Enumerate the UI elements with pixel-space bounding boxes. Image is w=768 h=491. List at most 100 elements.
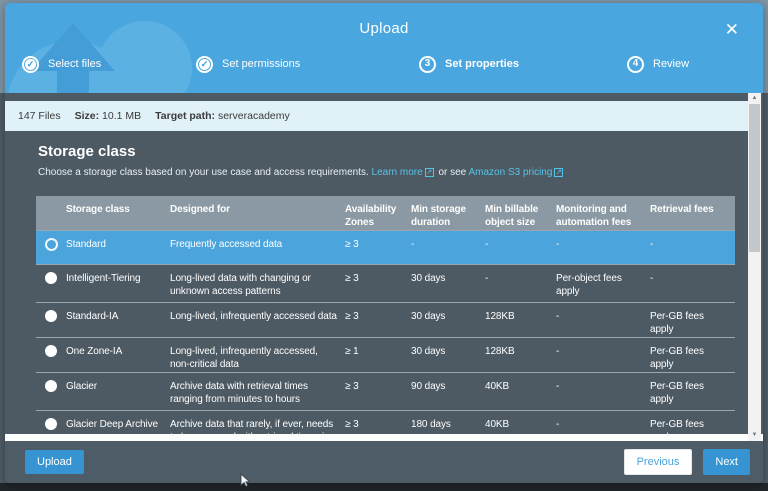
cell-size: 128KB [485, 303, 556, 337]
cell-name: Glacier [66, 373, 170, 410]
cell-designed-for: Long-lived, infrequently accessed data [170, 303, 345, 337]
step-number-icon: 3 [419, 56, 436, 73]
cell-name: One Zone-IA [66, 338, 170, 372]
scrollbar[interactable]: ▲ ▼ [748, 93, 761, 441]
storage-class-radio[interactable] [45, 345, 57, 357]
cell-retrieval: - [650, 265, 735, 302]
cell-designed-for: Long-lived, infrequently accessed, non-c… [170, 338, 345, 372]
cell-name: Glacier Deep Archive [66, 411, 170, 434]
col-storage-class: Storage class [66, 196, 170, 230]
external-link-icon: ↗ [554, 168, 563, 177]
cell-duration: 30 days [411, 303, 485, 337]
storage-class-description: Choose a storage class based on your use… [38, 167, 565, 178]
dialog-footer: Upload Previous Next [5, 441, 763, 483]
cell-designed-for: Long-lived data with changing or unknown… [170, 265, 345, 302]
table-header-row: Storage class Designed for Availability … [36, 196, 735, 230]
cell-size: 40KB [485, 373, 556, 410]
dialog-header: Upload ✕ ✓ Select files ✓ Set permission… [5, 3, 763, 93]
cell-designed-for: Archive data that rarely, if ever, needs… [170, 411, 345, 434]
step-complete-icon: ✓ [22, 56, 39, 73]
step-set-properties[interactable]: 3 Set properties [419, 54, 519, 74]
learn-more-link[interactable]: Learn more [372, 167, 423, 178]
cell-name: Standard [66, 231, 170, 264]
cell-retrieval: - [650, 231, 735, 264]
cell-az: ≥ 3 [345, 411, 411, 434]
table-row-one-zone-ia[interactable]: One Zone-IA Long-lived, infrequently acc… [36, 337, 735, 372]
mouse-cursor [240, 473, 251, 488]
table-row-standard[interactable]: Standard Frequently accessed data ≥ 3 - … [36, 230, 735, 264]
cell-designed-for: Archive data with retrieval times rangin… [170, 373, 345, 410]
previous-button[interactable]: Previous [624, 449, 693, 475]
step-set-permissions[interactable]: ✓ Set permissions [196, 54, 300, 74]
scroll-down-icon[interactable]: ▼ [748, 430, 761, 441]
step-label: Set properties [445, 58, 519, 70]
step-review[interactable]: 4 Review [627, 54, 689, 74]
content-bottom-strip [5, 434, 763, 441]
cell-retrieval: Per-GB fees apply [650, 303, 735, 337]
step-complete-icon: ✓ [196, 56, 213, 73]
cell-duration: 30 days [411, 338, 485, 372]
step-label: Set permissions [222, 58, 300, 70]
cell-az: ≥ 1 [345, 338, 411, 372]
table-row-standard-ia[interactable]: Standard-IA Long-lived, infrequently acc… [36, 302, 735, 337]
close-icon[interactable]: ✕ [725, 21, 739, 38]
storage-class-heading: Storage class [38, 143, 136, 160]
storage-class-radio[interactable] [45, 272, 57, 284]
step-label: Review [653, 58, 689, 70]
upload-button[interactable]: Upload [25, 450, 84, 474]
upload-summary-bar: 147 Files Size: 10.1 MB Target path: ser… [5, 101, 748, 131]
cell-size: 128KB [485, 338, 556, 372]
cell-duration: - [411, 231, 485, 264]
cell-name: Intelligent-Tiering [66, 265, 170, 302]
cell-retrieval: Per-GB fees apply [650, 411, 735, 434]
col-monitoring-fees: Monitoring and automation fees [556, 196, 650, 230]
table-row-glacier-deep-archive[interactable]: Glacier Deep Archive Archive data that r… [36, 410, 735, 434]
cell-az: ≥ 3 [345, 303, 411, 337]
cell-monitoring: - [556, 231, 650, 264]
next-button[interactable]: Next [703, 449, 750, 475]
storage-class-radio[interactable] [45, 380, 57, 392]
radio-column-header [36, 196, 66, 230]
scroll-up-icon[interactable]: ▲ [748, 93, 761, 104]
target-path: Target path: serveracademy [155, 110, 290, 122]
cell-size: 40KB [485, 411, 556, 434]
total-size: Size: 10.1 MB [75, 110, 142, 122]
step-label: Select files [48, 58, 101, 70]
col-retrieval-fees: Retrieval fees [650, 196, 735, 230]
table-row-intelligent-tiering[interactable]: Intelligent-Tiering Long-lived data with… [36, 264, 735, 302]
cell-az: ≥ 3 [345, 373, 411, 410]
cell-name: Standard-IA [66, 303, 170, 337]
cell-size: - [485, 231, 556, 264]
storage-class-table: Storage class Designed for Availability … [36, 196, 735, 434]
step-select-files[interactable]: ✓ Select files [22, 54, 101, 74]
dialog-title: Upload [5, 20, 763, 37]
cell-retrieval: Per-GB fees apply [650, 373, 735, 410]
cell-designed-for: Frequently accessed data [170, 231, 345, 264]
scrollbar-thumb[interactable] [749, 104, 760, 252]
storage-class-radio[interactable] [45, 310, 57, 322]
cell-duration: 180 days [411, 411, 485, 434]
dialog-content: 147 Files Size: 10.1 MB Target path: ser… [5, 93, 763, 441]
cell-az: ≥ 3 [345, 231, 411, 264]
table-row-glacier[interactable]: Glacier Archive data with retrieval time… [36, 372, 735, 410]
check-icon: ✓ [25, 59, 36, 70]
cell-monitoring: - [556, 373, 650, 410]
cell-monitoring: Per-object fees apply [556, 265, 650, 302]
upload-dialog: Upload ✕ ✓ Select files ✓ Set permission… [5, 3, 763, 483]
cell-size: - [485, 265, 556, 302]
cell-az: ≥ 3 [345, 265, 411, 302]
step-number-icon: 4 [627, 56, 644, 73]
s3-pricing-link[interactable]: Amazon S3 pricing [468, 167, 552, 178]
cell-duration: 90 days [411, 373, 485, 410]
col-min-billable-object-size: Min billable object size [485, 196, 556, 230]
external-link-icon: ↗ [425, 168, 434, 177]
cell-monitoring: - [556, 303, 650, 337]
storage-class-radio[interactable] [45, 238, 58, 251]
cell-retrieval: Per-GB fees apply [650, 338, 735, 372]
cell-monitoring: - [556, 338, 650, 372]
col-availability-zones: Availability Zones [345, 196, 411, 230]
cell-duration: 30 days [411, 265, 485, 302]
check-icon: ✓ [199, 59, 210, 70]
storage-class-radio[interactable] [45, 418, 57, 430]
cell-monitoring: - [556, 411, 650, 434]
